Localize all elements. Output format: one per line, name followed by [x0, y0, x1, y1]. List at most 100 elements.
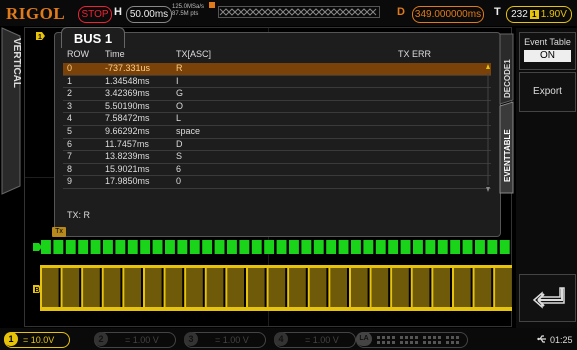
table-row[interactable]: 8 15.9021ms 6	[63, 164, 491, 177]
bottom-status-bar: 1 = 10.0V 2 = 1.00 V 3 = 1.00 V 4 = 1.00 V L…	[0, 328, 577, 350]
rigol-logo: RIGOL	[6, 4, 66, 23]
bus-frame	[165, 240, 175, 254]
pulse-edge	[143, 265, 145, 311]
return-arrow-icon	[532, 287, 565, 309]
run-stop-indicator[interactable]: STOP	[78, 6, 112, 23]
bus-frame	[301, 240, 312, 254]
pulse-fill	[392, 268, 409, 307]
pulse-edge	[184, 265, 187, 311]
pulse-edge	[60, 265, 63, 311]
sample-rate: 125.0MSa/s	[172, 4, 205, 10]
channel2-indicator[interactable]: 2 = 1.00 V	[94, 332, 176, 348]
pulse-fill	[289, 268, 306, 307]
channel1-indicator[interactable]: 1 = 10.0V	[4, 332, 70, 348]
bus-frame	[313, 240, 324, 254]
bus-frame	[239, 240, 250, 254]
pulse-fill	[474, 268, 492, 307]
channel1-position-marker: 1	[36, 32, 45, 40]
channel2-scale: = 1.00 V	[125, 335, 159, 345]
table-row[interactable]: 3 5.50190ms O	[63, 101, 491, 114]
table-row[interactable]: 5 9.66292ms space	[63, 126, 491, 139]
pulse-edge	[204, 265, 207, 311]
pulse-edge	[493, 265, 496, 311]
decoded-bus-trace	[41, 240, 510, 254]
table-row[interactable]: 1 1.34548ms I	[63, 76, 491, 89]
pulse-fill	[268, 268, 286, 307]
pulse-fill	[433, 268, 450, 307]
pulse-edge	[101, 265, 104, 311]
pulse-edge	[163, 265, 166, 311]
delay-value[interactable]: 349.000000ms	[412, 6, 484, 23]
bus-frame	[326, 240, 337, 254]
memory-depth: 87.5M pts	[172, 11, 199, 17]
pulse-fill	[371, 268, 389, 307]
delay-label: D	[397, 6, 405, 18]
acquisition-info: 125.0MSa/s 87.5M pts	[172, 4, 204, 18]
bus-frame	[289, 240, 299, 254]
top-status-bar: RIGOL STOP H 50.00ms 125.0MSa/s 87.5M pt…	[0, 0, 577, 26]
bus-frame	[276, 240, 287, 254]
bus-frame	[202, 240, 213, 254]
table-row[interactable]: 6 11.7457ms D	[63, 139, 491, 152]
pulse-edge	[431, 265, 434, 311]
table-row[interactable]: 0 -737.331us R	[63, 63, 491, 76]
trigger-status[interactable]: 232 1 1.90V	[506, 6, 572, 23]
pulse-fill	[145, 268, 162, 307]
bus-frame	[53, 240, 64, 254]
bus1-tab[interactable]: BUS 1	[61, 27, 125, 48]
bus-frame	[400, 240, 411, 254]
bus-event-table: BUS 1 ROW Time TX[ASC] TX ERR 0 -737.331u…	[54, 27, 501, 237]
logic-analyzer-indicator[interactable]: LA	[356, 332, 468, 348]
pulse-edge	[452, 265, 454, 311]
low-level-line	[40, 307, 512, 311]
table-row[interactable]: 2 3.42369ms G	[63, 88, 491, 101]
bus-frame	[487, 240, 498, 254]
bus-frame	[65, 240, 76, 254]
pulse-fill	[412, 268, 430, 307]
channel1-scale: = 10.0V	[23, 335, 55, 345]
table-row[interactable]: 9 17.9850ms 0	[63, 176, 491, 189]
event-table-title: Event Table	[524, 37, 571, 47]
bus-frame	[140, 240, 151, 254]
pulse-edge	[122, 265, 125, 311]
bus-frame	[152, 240, 163, 254]
event-table-toggle[interactable]: Event Table ON	[519, 32, 576, 70]
softkey-menu: Event Table ON Export	[516, 28, 577, 328]
vertical-tab-label: VERTICAL	[11, 38, 22, 88]
right-menu-tabs[interactable]: DECODE1 EVENTTABLE	[499, 32, 515, 195]
table-row[interactable]: 4 7.58472ms L	[63, 113, 491, 126]
bus-frame	[475, 240, 485, 254]
pulse-edge	[349, 265, 351, 311]
bus-frame	[499, 240, 510, 254]
clock: 01:25	[550, 335, 573, 345]
vertical-menu-tab[interactable]: VERTICAL	[0, 26, 24, 196]
return-button[interactable]	[519, 274, 576, 322]
bus-frame	[127, 240, 138, 254]
event-table-value: ON	[524, 50, 571, 62]
table-row[interactable]: 7 13.8239ms S	[63, 151, 491, 164]
tx-summary: TX: R	[67, 210, 91, 220]
table-scrollbar[interactable]	[485, 63, 491, 193]
export-button[interactable]: Export	[519, 72, 576, 112]
pulse-fill	[227, 268, 244, 307]
bus-frame	[363, 240, 374, 254]
timebase-value[interactable]: 50.00ms	[126, 6, 172, 23]
bus-frame	[264, 240, 275, 254]
pulse-fill	[454, 268, 471, 307]
bus-frame	[41, 240, 51, 254]
trigger-level: 1.90V	[540, 9, 567, 20]
bus-frame	[251, 240, 262, 254]
table-rows: 0 -737.331us R 1 1.34548ms I 2 3.42369ms G 3 5.…	[63, 63, 491, 189]
pulse-fill	[83, 268, 100, 307]
bus-frame	[103, 240, 113, 254]
svg-text:B: B	[35, 287, 40, 293]
channel3-indicator[interactable]: 3 = 1.00 V	[184, 332, 266, 348]
decode1-tab-label: DECODE1	[503, 59, 512, 98]
bus-frame	[388, 240, 399, 254]
svg-text:1: 1	[38, 34, 42, 40]
channel4-indicator[interactable]: 4 = 1.00 V	[274, 332, 356, 348]
bus-frame	[338, 240, 349, 254]
pulse-fill	[62, 268, 80, 307]
trigger-level-prefix: 232	[511, 9, 528, 20]
bus-frame	[413, 240, 423, 254]
